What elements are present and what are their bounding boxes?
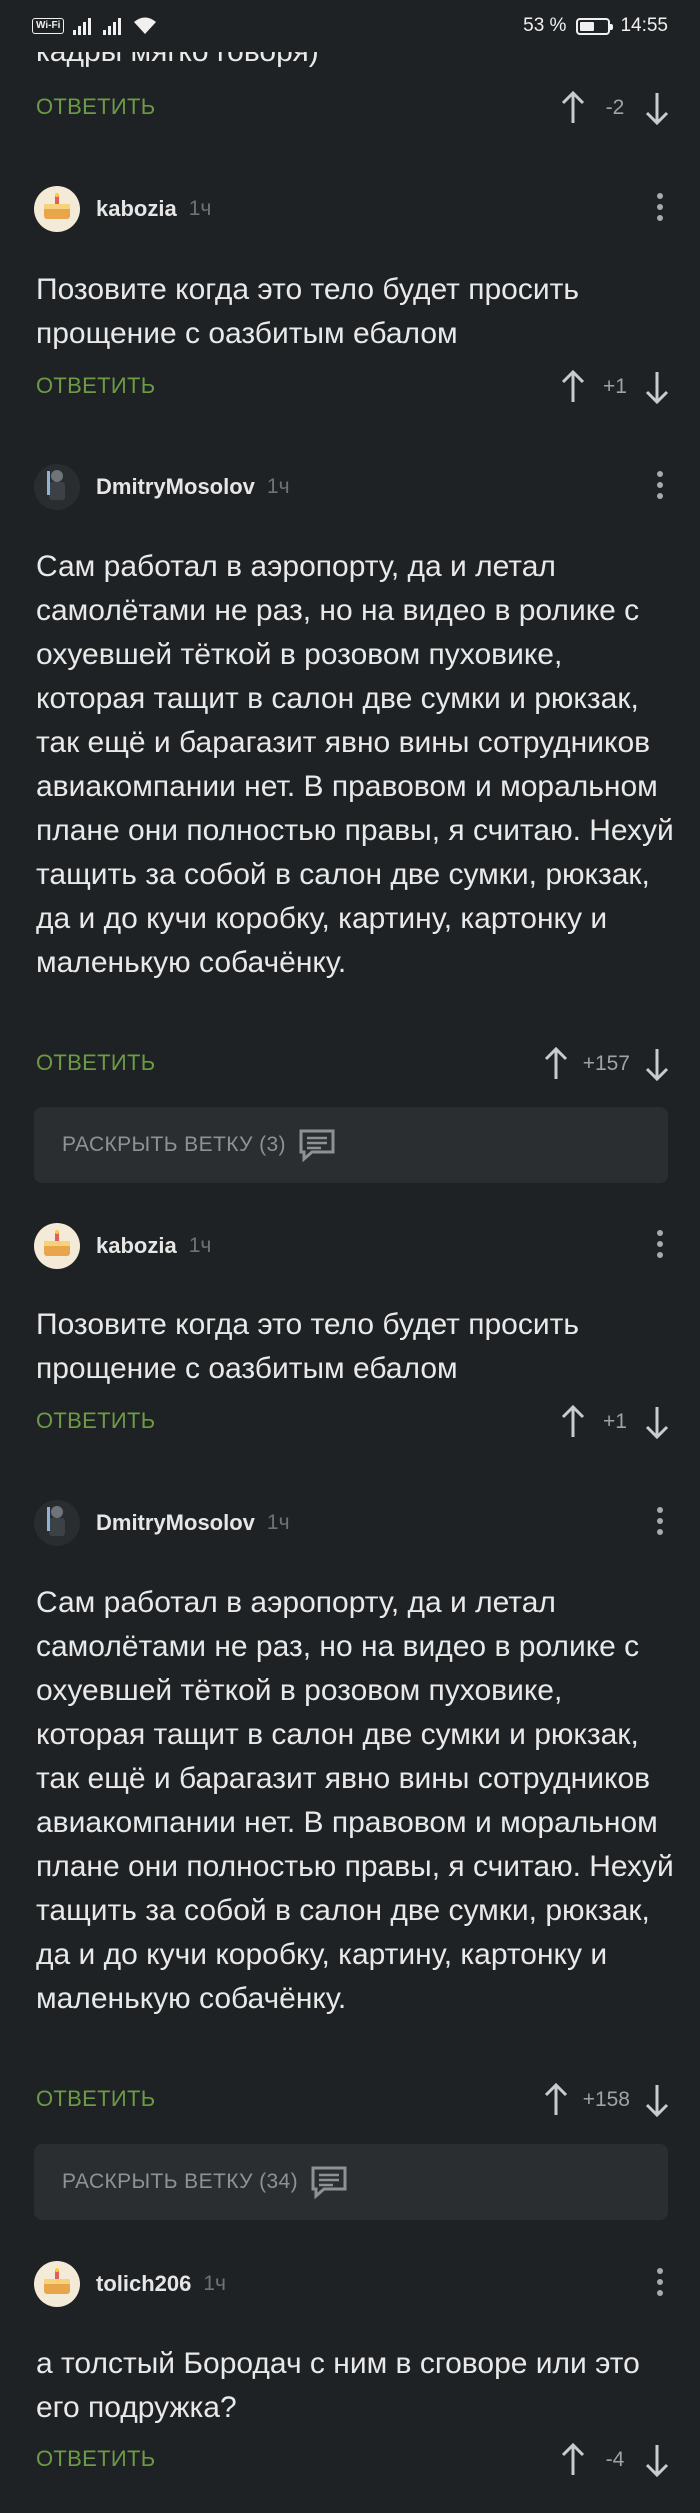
comment-actions: ОТВЕТИТЬ +157 bbox=[0, 1044, 700, 1084]
vote-score: +157 bbox=[582, 1052, 630, 1075]
downvote-icon[interactable] bbox=[642, 1046, 672, 1082]
comment-actions: ОТВЕТИТЬ +1 bbox=[0, 1402, 700, 1442]
vote-controls: +157 bbox=[541, 1044, 672, 1084]
username[interactable]: kabozia bbox=[96, 1233, 177, 1259]
partial-action-row: ОТВЕТИТЬ -2 bbox=[0, 88, 700, 128]
signal-icon bbox=[73, 18, 92, 35]
status-right: 53 % 14:55 bbox=[523, 15, 668, 37]
battery-fill bbox=[580, 21, 595, 31]
downvote-icon[interactable] bbox=[642, 2082, 672, 2118]
comment-header: kabozia 1ч bbox=[34, 185, 211, 233]
reply-button[interactable]: ОТВЕТИТЬ bbox=[36, 1050, 155, 1076]
avatar[interactable] bbox=[34, 464, 80, 510]
expand-thread-button[interactable]: РАСКРЫТЬ ВЕТКУ (3) bbox=[34, 1107, 668, 1183]
avatar[interactable] bbox=[34, 186, 80, 232]
reply-button[interactable]: ОТВЕТИТЬ bbox=[36, 1408, 155, 1434]
reply-button[interactable]: ОТВЕТИТЬ bbox=[36, 2086, 155, 2112]
expand-thread-label: РАСКРЫТЬ ВЕТКУ (3) bbox=[62, 1133, 286, 1156]
comment-text: а толстый Бородач с ним в сговоре или эт… bbox=[36, 2347, 640, 2424]
vote-controls: +1 bbox=[558, 367, 672, 407]
downvote-icon[interactable] bbox=[642, 1404, 672, 1440]
comment-time: 1ч bbox=[188, 1234, 212, 1257]
vote-score: -4 bbox=[605, 2448, 625, 2471]
vote-score: +1 bbox=[603, 375, 627, 398]
comment-text: Сам работал в аэропорту, да и летал само… bbox=[36, 550, 674, 979]
reply-button[interactable]: ОТВЕТИТЬ bbox=[36, 2446, 155, 2472]
comment-actions: ОТВЕТИТЬ +158 bbox=[0, 2080, 700, 2120]
status-bar: Wi-Fi 53 % 14:55 bbox=[0, 0, 700, 52]
comment-header: DmitryMosolov 1ч bbox=[34, 463, 290, 511]
wifi-icon bbox=[134, 17, 157, 34]
comment-header: tolich206 1ч bbox=[34, 2260, 226, 2308]
comment-actions: ОТВЕТИТЬ +1 bbox=[0, 367, 700, 407]
vote-controls: +158 bbox=[541, 2080, 672, 2120]
downvote-icon[interactable] bbox=[642, 90, 672, 126]
username[interactable]: DmitryMosolov bbox=[96, 474, 255, 500]
cake-avatar-icon bbox=[40, 192, 74, 227]
comments-icon bbox=[298, 1128, 336, 1162]
expand-thread-label: РАСКРЫТЬ ВЕТКУ (34) bbox=[62, 2170, 299, 2193]
cake-avatar-icon bbox=[40, 2267, 74, 2302]
cake-avatar-icon bbox=[40, 1229, 74, 1264]
more-options-icon[interactable] bbox=[656, 2268, 664, 2296]
downvote-icon[interactable] bbox=[642, 2442, 672, 2478]
downvote-icon[interactable] bbox=[642, 369, 672, 405]
comment-text: Позовите когда это тело будет просить пр… bbox=[36, 273, 579, 350]
vote-score: +1 bbox=[603, 1410, 627, 1433]
comments-icon bbox=[310, 2165, 348, 2199]
comment-text: Позовите когда это тело будет просить пр… bbox=[36, 1308, 579, 1385]
upvote-icon[interactable] bbox=[558, 2442, 588, 2478]
battery-icon bbox=[576, 17, 614, 35]
upvote-icon[interactable] bbox=[541, 1046, 571, 1082]
comment-time: 1ч bbox=[266, 1511, 290, 1534]
figure-avatar-icon bbox=[40, 467, 74, 508]
comment-time: 1ч bbox=[188, 197, 212, 220]
vote-score: +158 bbox=[582, 2088, 630, 2111]
expand-thread-button[interactable]: РАСКРЫТЬ ВЕТКУ (34) bbox=[34, 2144, 668, 2220]
wifi-call-badge: Wi-Fi bbox=[32, 18, 65, 34]
status-left: Wi-Fi bbox=[32, 16, 158, 36]
upvote-icon[interactable] bbox=[558, 369, 588, 405]
upvote-icon[interactable] bbox=[541, 2082, 571, 2118]
username[interactable]: kabozia bbox=[96, 196, 177, 222]
battery-percent: 53 % bbox=[523, 15, 567, 36]
username[interactable]: tolich206 bbox=[96, 2271, 191, 2297]
vote-score: -2 bbox=[605, 96, 625, 119]
avatar[interactable] bbox=[34, 1500, 80, 1546]
username[interactable]: DmitryMosolov bbox=[96, 1510, 255, 1536]
clock: 14:55 bbox=[620, 15, 668, 36]
more-options-icon[interactable] bbox=[656, 1230, 664, 1258]
comment-time: 1ч bbox=[203, 2272, 226, 2295]
comment-header: DmitryMosolov 1ч bbox=[34, 1499, 290, 1547]
avatar[interactable] bbox=[34, 1223, 80, 1269]
comment-time: 1ч bbox=[266, 475, 290, 498]
more-options-icon[interactable] bbox=[656, 1507, 664, 1535]
comment-actions: ОТВЕТИТЬ -4 bbox=[0, 2440, 700, 2480]
upvote-icon[interactable] bbox=[558, 1404, 588, 1440]
avatar[interactable] bbox=[34, 2261, 80, 2307]
more-options-icon[interactable] bbox=[656, 471, 664, 499]
more-options-icon[interactable] bbox=[656, 193, 664, 221]
vote-controls: +1 bbox=[558, 1402, 672, 1442]
comment-header: kabozia 1ч bbox=[34, 1222, 211, 1270]
reply-button[interactable]: ОТВЕТИТЬ bbox=[36, 373, 155, 399]
reply-button[interactable]: ОТВЕТИТЬ bbox=[36, 94, 155, 120]
figure-avatar-icon bbox=[40, 1503, 74, 1544]
upvote-icon[interactable] bbox=[558, 90, 588, 126]
comment-text: Сам работал в аэропорту, да и летал само… bbox=[36, 1586, 674, 2015]
signal-icon bbox=[103, 18, 122, 35]
vote-controls: -2 bbox=[558, 88, 672, 128]
vote-controls: -4 bbox=[558, 2440, 672, 2480]
